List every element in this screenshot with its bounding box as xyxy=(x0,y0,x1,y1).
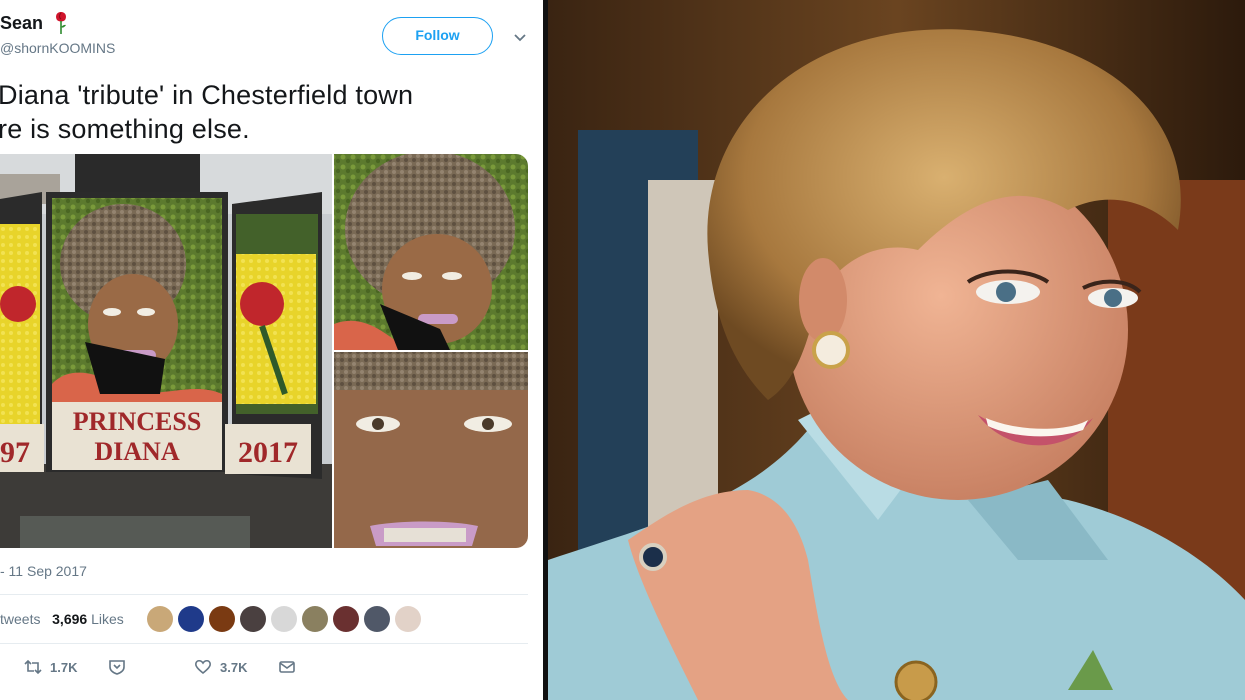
avatar[interactable] xyxy=(240,606,266,632)
like-action[interactable]: 3.7K xyxy=(194,658,247,676)
divider xyxy=(0,643,528,644)
divider xyxy=(0,594,528,595)
tweet-text: Diana 'tribute' in Chesterfield town re … xyxy=(0,78,518,146)
media-image-face-closeup[interactable] xyxy=(334,352,528,548)
avatar[interactable] xyxy=(178,606,204,632)
user-display-name[interactable]: Sean xyxy=(0,13,43,34)
avatar[interactable] xyxy=(395,606,421,632)
media-sign-line1: PRINCESS xyxy=(73,407,202,436)
likes-label[interactable]: Likes xyxy=(91,611,124,627)
liker-avatars xyxy=(147,606,421,632)
media-image-portrait-closeup[interactable] xyxy=(334,154,528,350)
avatar[interactable] xyxy=(302,606,328,632)
media-year-left: 97 xyxy=(0,436,30,469)
like-count: 3.7K xyxy=(220,659,248,675)
shield-action[interactable] xyxy=(108,658,126,676)
avatar[interactable] xyxy=(333,606,359,632)
avatar[interactable] xyxy=(209,606,235,632)
heart-icon xyxy=(195,659,211,675)
tweet-card: Sean @shornKOOMINS Follow Diana 'tribute… xyxy=(0,0,543,700)
tweet-text-line: Diana 'tribute' in Chesterfield town xyxy=(0,80,414,110)
message-icon xyxy=(279,661,295,673)
avatar[interactable] xyxy=(364,606,390,632)
retweet-action[interactable]: 1.7K xyxy=(24,658,77,676)
tweet-timestamp[interactable]: - 11 Sep 2017 xyxy=(0,563,87,579)
retweet-count: 1.7K xyxy=(50,659,78,675)
shield-icon xyxy=(109,660,125,675)
avatar[interactable] xyxy=(271,606,297,632)
tweet-text-line: re is something else. xyxy=(0,114,250,144)
retweet-icon xyxy=(24,659,42,675)
tweet-stats: tweets 3,696 Likes xyxy=(0,611,124,627)
media-year-right: 2017 xyxy=(238,436,298,469)
avatar[interactable] xyxy=(147,606,173,632)
media-image-full-tribute[interactable]: 97 PRINCESS DIANA 2017 xyxy=(0,154,332,548)
follow-button[interactable]: Follow xyxy=(382,17,493,55)
chevron-down-icon[interactable] xyxy=(512,30,528,46)
retweets-label[interactable]: tweets xyxy=(0,611,40,627)
rose-emoji-icon xyxy=(56,12,66,34)
media-sign-line2: DIANA xyxy=(94,437,179,466)
tweet-media-grid[interactable]: 97 PRINCESS DIANA 2017 xyxy=(0,154,528,548)
message-action[interactable] xyxy=(278,658,296,676)
user-handle[interactable]: @shornKOOMINS xyxy=(0,40,115,56)
likes-count[interactable]: 3,696 xyxy=(52,611,87,627)
portrait-photo xyxy=(548,0,1245,700)
